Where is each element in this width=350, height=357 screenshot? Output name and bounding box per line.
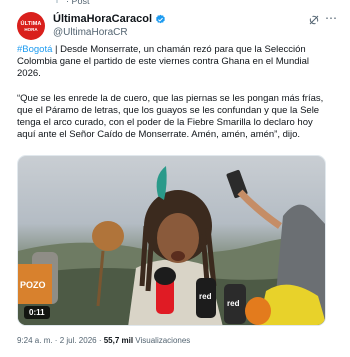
- mic-label-2: red: [227, 299, 240, 308]
- hashtag-link[interactable]: #Bogotá: [17, 44, 52, 55]
- tweet-paragraph-2: “Que se les enrede la de cuero, que las …: [17, 92, 324, 141]
- post-meta: 9:24 a. m. · 2 jul. 2026 · 55,7 mil Visu…: [17, 336, 190, 345]
- views-label: Visualizaciones: [133, 336, 191, 345]
- video-player[interactable]: POZO red red 0:11: [17, 155, 326, 326]
- post-time[interactable]: 9:24 a. m.: [17, 336, 53, 345]
- paragraph-1-text: | Desde Monserrate, un chamán rezó para …: [17, 44, 310, 80]
- grok-icon[interactable]: [308, 14, 320, 26]
- post-date[interactable]: 2 jul. 2026: [60, 336, 97, 345]
- video-frame: POZO red red: [18, 166, 325, 325]
- meta-separator: ·: [52, 336, 60, 345]
- overlay-text: POZO: [20, 280, 46, 290]
- display-name[interactable]: ÚltimaHoraCaracol: [53, 13, 152, 25]
- video-duration: 0:11: [24, 306, 50, 319]
- meta-separator: ·: [96, 336, 104, 345]
- handle[interactable]: @UltimaHoraCR: [53, 27, 166, 38]
- tweet-paragraph-1: #Bogotá | Desde Monserrate, un chamán re…: [17, 44, 333, 81]
- thread-line: [56, 0, 64, 3]
- avatar[interactable]: ÚLTIMA HORA: [17, 12, 45, 40]
- more-icon[interactable]: ⋯: [325, 11, 338, 25]
- avatar-line2: HORA: [24, 26, 38, 32]
- thread-fragment: · Post: [66, 0, 90, 6]
- post-header: ÚLTIMA HORA ÚltimaHoraCaracol @UltimaHor…: [17, 11, 338, 42]
- verified-badge-icon: [156, 14, 165, 23]
- author-names: ÚltimaHoraCaracol @UltimaHoraCR: [53, 13, 166, 38]
- views-count: 55,7 mil: [103, 336, 134, 345]
- mic-label-1: red: [199, 292, 212, 301]
- tweet-text: #Bogotá | Desde Monserrate, un chamán re…: [17, 44, 333, 153]
